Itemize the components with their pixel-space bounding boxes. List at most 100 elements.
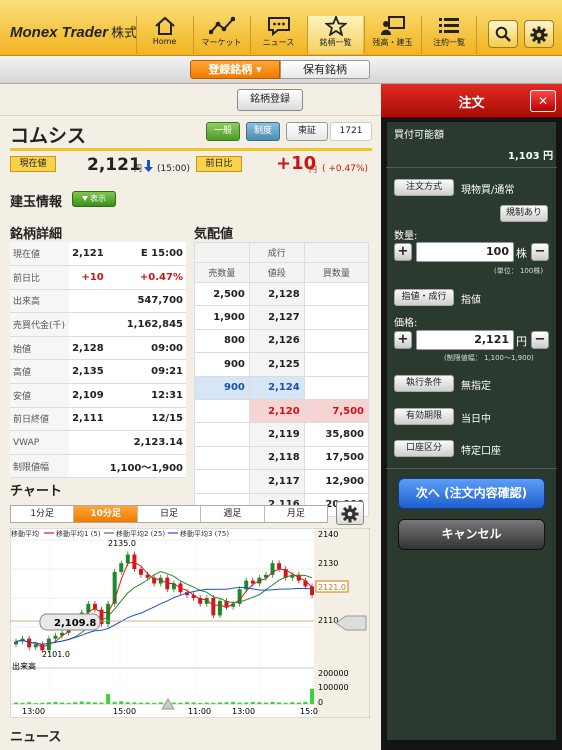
vol-tick-200000: 200000 <box>318 669 349 678</box>
quantity-minus-left-button[interactable]: + <box>394 243 412 261</box>
legend-ma3: 移動平均3 (75) <box>180 529 229 538</box>
volume-bar <box>33 703 38 704</box>
volume-bar <box>106 694 111 704</box>
volume-bar <box>224 702 229 704</box>
high-annotation: 2135.0 <box>108 539 136 548</box>
tab-daily[interactable]: 日足 <box>138 506 202 522</box>
chart-settings-button[interactable] <box>336 501 364 525</box>
candle-body <box>125 554 130 564</box>
account-type-button[interactable]: 口座区分 <box>394 440 454 457</box>
price-unit: 円 <box>134 164 142 173</box>
legend-label: 移動平均 <box>11 529 39 538</box>
price-plus-button[interactable]: + <box>394 331 412 349</box>
star-icon <box>324 16 347 36</box>
table-row: 現在値 2,121 E 15:00 <box>10 242 186 267</box>
candle-body <box>277 563 282 569</box>
volume-bar <box>53 701 58 704</box>
tab-monthly[interactable]: 月足 <box>265 506 327 522</box>
table-row[interactable]: 2,119 35,800 <box>194 422 370 447</box>
buying-power-value: 1,103 円 <box>508 151 554 162</box>
volume-bar <box>99 702 104 704</box>
volume-label: 出来高 <box>12 661 36 671</box>
legend-ma2: 移動平均2 (25) <box>116 529 165 538</box>
order-type-value: 現物買/通常 <box>461 185 515 196</box>
table-row: 高値 2,135 09:21 <box>10 359 186 385</box>
price-slider-handle[interactable] <box>335 615 367 631</box>
volume-bar <box>112 701 117 704</box>
table-row: 前日終値 2,111 12/15 <box>10 407 186 432</box>
volume-bar <box>244 702 249 704</box>
x-tick: 15:0 <box>300 707 318 716</box>
change-unit: 円 <box>309 165 317 174</box>
price-input[interactable]: 2,121 <box>416 330 514 350</box>
candle-body <box>14 641 18 645</box>
quantity-input[interactable]: 100 <box>416 242 514 262</box>
gear-icon <box>341 505 359 523</box>
volume-bar <box>73 702 78 704</box>
table-row[interactable]: 1,900 2,127 <box>194 305 370 330</box>
divider <box>0 115 380 116</box>
show-position-button[interactable]: 表示 <box>72 191 116 207</box>
table-row[interactable]: 900 2,124 <box>194 375 370 400</box>
table-row[interactable]: 2,117 12,900 <box>194 469 370 494</box>
volume-bar <box>66 702 71 704</box>
tab-1min[interactable]: 1分足 <box>11 506 75 522</box>
nav-orders-button[interactable]: 注約一覧 <box>421 16 477 54</box>
regulation-button[interactable]: 規制あり <box>500 205 548 222</box>
next-confirm-button[interactable]: 次へ (注文内容確認) <box>398 478 545 509</box>
triangle-down-icon <box>82 196 88 201</box>
portfolio-icon <box>380 16 405 35</box>
volume-bar <box>257 702 262 704</box>
nav-portfolio-button[interactable]: 残高・建玉 <box>364 16 420 54</box>
table-row: 売買代金(千) 1,162,845 <box>10 312 186 337</box>
volume-bar <box>237 702 242 704</box>
segment-holdings[interactable]: 保有銘柄 <box>280 60 370 79</box>
execution-condition-button[interactable]: 執行条件 <box>394 375 454 392</box>
vol-tick-100000: 100000 <box>318 683 349 692</box>
price-chart[interactable]: 2140 2130 2110 200000 100000 0 13:00 15:… <box>10 528 370 718</box>
news-bubble-icon <box>267 17 290 36</box>
cancel-button[interactable]: キャンセル <box>398 519 545 550</box>
table-row[interactable]: 800 2,126 <box>194 328 370 354</box>
table-row: 出来高 547,700 <box>10 289 186 314</box>
table-row[interactable]: 2,118 17,500 <box>194 445 370 471</box>
candle-body <box>250 580 255 584</box>
nav-market-button[interactable]: マーケット <box>193 16 249 54</box>
settings-button[interactable] <box>524 20 554 48</box>
tag-exchange[interactable]: 東証 <box>286 122 328 141</box>
order-type-button[interactable]: 注文方式 <box>394 179 454 196</box>
nav-stock-list-button[interactable]: 銘柄一覧 <box>307 16 363 54</box>
account-type-value: 特定口座 <box>461 446 501 457</box>
tab-weekly[interactable]: 週足 <box>201 506 265 522</box>
close-button[interactable]: ✕ <box>530 90 556 112</box>
search-button[interactable] <box>488 20 518 48</box>
limit-market-button[interactable]: 指値・成行 <box>394 289 454 306</box>
table-row[interactable]: 2,500 2,128 <box>194 281 370 307</box>
expiry-button[interactable]: 有効期限 <box>394 408 454 425</box>
tab-10min[interactable]: 10分足 <box>74 506 138 522</box>
quantity-minus-button[interactable]: − <box>531 243 549 261</box>
nav-home-button[interactable]: Home <box>136 16 192 54</box>
segment-registered-stocks[interactable]: 登録銘柄 ▾ <box>190 60 280 79</box>
volume-bar <box>217 702 222 704</box>
candle-body <box>138 569 143 575</box>
nav-label: ニュース <box>262 38 295 47</box>
vol-tick-0: 0 <box>318 698 323 707</box>
register-stock-button[interactable]: 銘柄登録 <box>237 89 303 111</box>
divider <box>386 167 557 168</box>
table-row[interactable]: 2,120 7,500 <box>194 398 370 424</box>
volume-bar <box>152 702 157 704</box>
volume-bar <box>178 702 183 704</box>
price-minus-button[interactable]: − <box>531 331 549 349</box>
table-row: 始値 2,128 09:00 <box>10 336 186 361</box>
legend-ma1: 移動平均1 (5) <box>56 529 101 538</box>
volume-bar <box>191 702 196 704</box>
x-tick: 13:00 <box>232 707 255 716</box>
x-tick: 15:00 <box>113 707 136 716</box>
volume-bar <box>270 701 275 704</box>
nav-news-button[interactable]: ニュース <box>250 16 306 54</box>
table-row: 安値 2,109 12:31 <box>10 383 186 408</box>
table-row[interactable]: 900 2,125 <box>194 352 370 377</box>
table-row: 前日比 +10 +0.47% <box>10 265 186 290</box>
volume-bar <box>14 702 18 704</box>
